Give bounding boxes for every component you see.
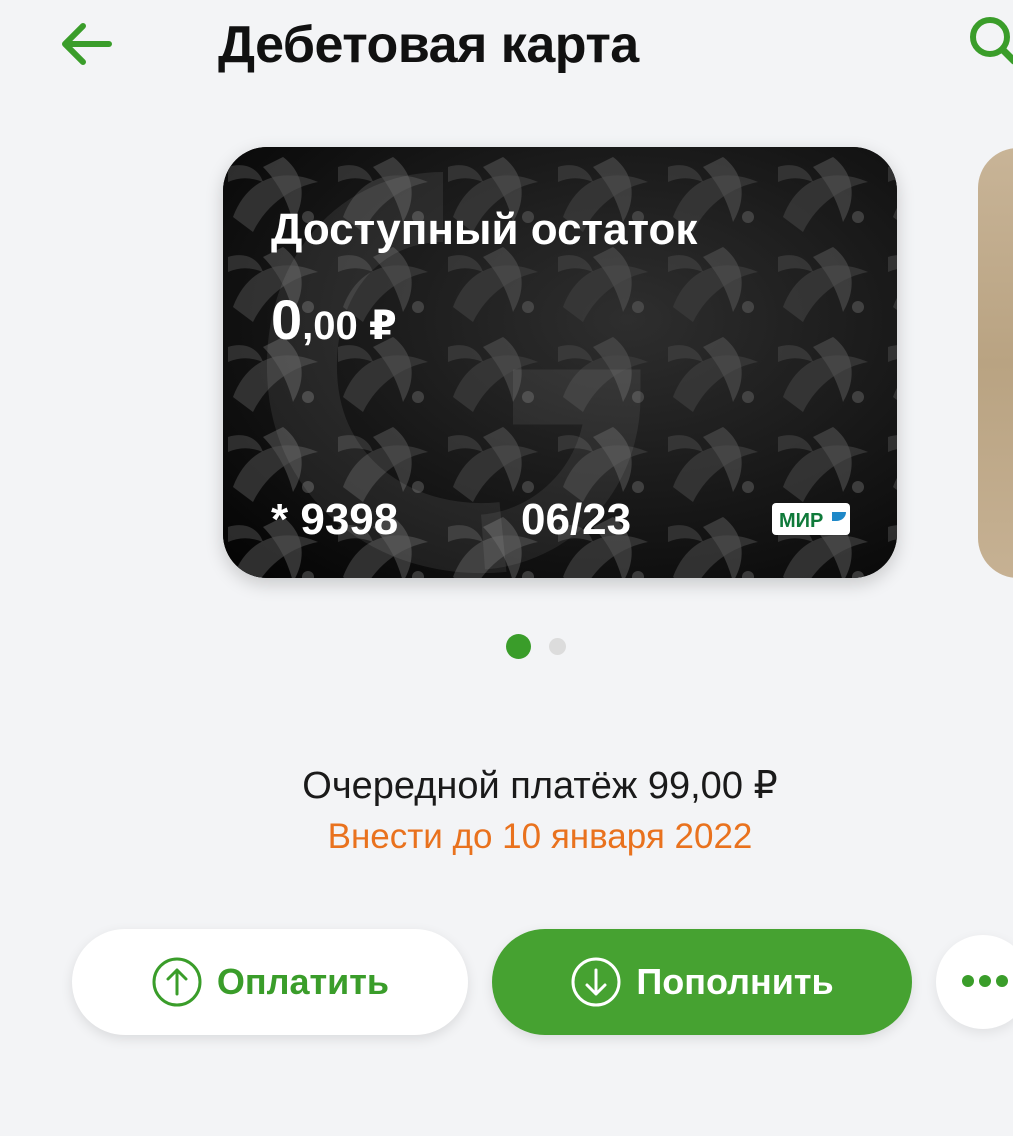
arrow-down-circle-icon [571, 957, 621, 1007]
more-dots-icon [962, 975, 1013, 987]
search-icon [970, 17, 1013, 65]
carousel-indicator [506, 633, 566, 659]
svg-text:МИР: МИР [779, 510, 823, 532]
carousel-dot-active[interactable] [506, 633, 531, 659]
topup-button[interactable]: Пополнить [492, 929, 912, 1035]
mir-logo-mark: МИР [779, 510, 846, 532]
debit-card[interactable]: Доступный остаток 0,00 ₽ * 9398 06/23 МИ… [223, 147, 897, 578]
card-number: * 9398 [271, 495, 399, 544]
balance-amount: 0,00 ₽ [271, 287, 397, 352]
page-title: Дебетовая карта [218, 16, 639, 74]
balance-amount-main: 0 [271, 288, 303, 351]
carousel-dot[interactable] [549, 637, 566, 655]
card-expiry: 06/23 [521, 495, 632, 544]
mir-logo: МИР [772, 503, 850, 535]
pay-button-label: Оплатить [216, 961, 390, 1002]
pay-button[interactable]: Оплатить [72, 929, 468, 1035]
arrow-left-icon [62, 23, 112, 65]
payment-due-text: Внести до 10 января 2022 [327, 817, 753, 856]
more-button[interactable] [936, 935, 1013, 1029]
next-card-preview[interactable] [978, 148, 1013, 578]
balance-amount-rest: ,00 ₽ [302, 304, 397, 348]
arrow-up-circle-icon [152, 957, 202, 1007]
balance-label: Доступный остаток [271, 205, 698, 254]
back-button[interactable] [50, 14, 120, 74]
next-payment-text: Очередной платёж 99,00 ₽ [302, 765, 778, 807]
search-button[interactable] [960, 10, 1013, 70]
topup-button-label: Пополнить [636, 961, 834, 1002]
